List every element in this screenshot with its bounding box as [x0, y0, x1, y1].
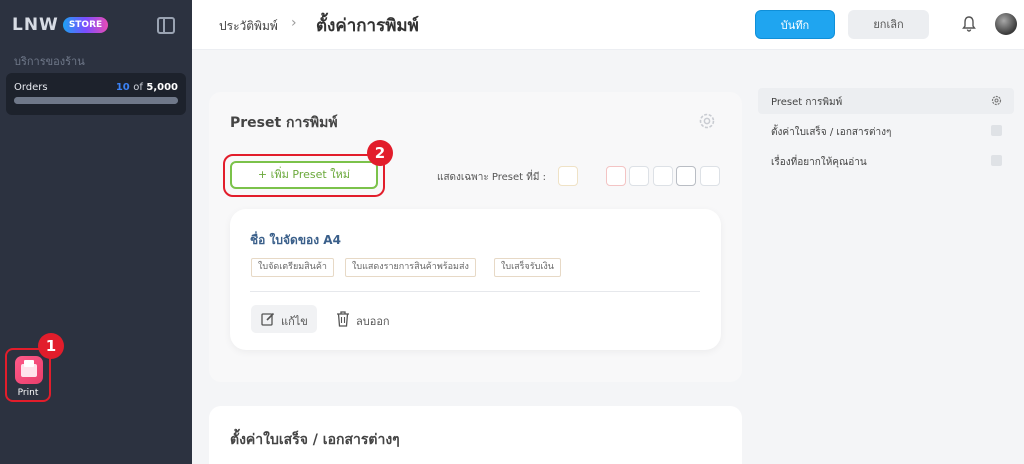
delete-button[interactable]: ลบออก	[336, 305, 406, 333]
orders-progress-bar	[14, 97, 178, 104]
orders-of: of	[133, 82, 143, 93]
nav-item-label: เรื่องที่อยากให้คุณอ่าน	[771, 157, 867, 168]
preset-item-card: ชื่อ ใบจัดของ A4 ใบจัดเตรียมสินค้า ใบแสด…	[230, 209, 721, 350]
sidebar: LNW STORE บริการของร้าน Orders 10 of 5,0…	[0, 0, 192, 464]
filter-chip[interactable]	[653, 166, 673, 186]
nav-item-documents[interactable]: ตั้งค่าใบเสร็จ / เอกสารต่างๆ	[758, 118, 1014, 144]
documents-section-card: ตั้งค่าใบเสร็จ / เอกสารต่างๆ	[209, 406, 742, 464]
filter-label: แสดงเฉพาะ Preset ที่มี :	[437, 172, 547, 183]
gear-icon[interactable]	[697, 111, 717, 131]
cancel-button[interactable]: ยกเลิก	[848, 10, 929, 39]
logo-text: LNW	[12, 15, 59, 35]
add-preset-button[interactable]: + เพิ่ม Preset ใหม่	[230, 161, 378, 189]
doc-icon	[991, 155, 1002, 166]
edit-button[interactable]: แก้ไข	[251, 305, 317, 333]
filter-chip[interactable]	[629, 166, 649, 186]
nav-item-label: Preset การพิมพ์	[771, 97, 843, 108]
sidebar-toggle-icon[interactable]	[157, 17, 175, 34]
orders-used: 10	[115, 82, 130, 93]
preset-tag: ใบเสร็จรับเงิน	[494, 258, 561, 277]
nav-item-preset[interactable]: Preset การพิมพ์	[758, 88, 1014, 114]
preset-tag: ใบจัดเตรียมสินค้า	[251, 258, 334, 277]
delete-label: ลบออก	[356, 315, 390, 328]
preset-section-title: Preset การพิมพ์	[230, 115, 338, 131]
logo-badge: STORE	[62, 17, 109, 33]
print-app-label: Print	[17, 388, 39, 398]
top-header: ประวัติพิมพ์ › ตั้งค่าการพิมพ์ บันทึก ยก…	[192, 0, 1024, 50]
page-title: ตั้งค่าการพิมพ์	[316, 16, 419, 36]
filter-chip[interactable]	[558, 166, 578, 186]
annotation-badge-2: 2	[367, 140, 393, 166]
doc-icon	[991, 125, 1002, 136]
chevron-right-icon: ›	[291, 15, 297, 31]
nav-item-label: ตั้งค่าใบเสร็จ / เอกสารต่างๆ	[771, 127, 892, 138]
edit-label: แก้ไข	[281, 315, 308, 328]
preset-section-card: Preset การพิมพ์ + เพิ่ม Preset ใหม่ 2 แส…	[209, 92, 742, 382]
save-button[interactable]: บันทึก	[755, 10, 835, 39]
preset-tag: ใบแสดงรายการสินค้าพร้อมส่ง	[345, 258, 476, 277]
orders-label: Orders	[14, 82, 48, 93]
orders-quota-card: Orders 10 of 5,000	[6, 73, 186, 115]
sidebar-section-title: บริการของร้าน	[14, 55, 85, 68]
orders-progress-fill	[14, 97, 178, 104]
preset-name: ชื่อ ใบจัดของ A4	[250, 233, 341, 247]
documents-section-title: ตั้งค่าใบเสร็จ / เอกสารต่างๆ	[230, 432, 400, 448]
nav-item-read-more[interactable]: เรื่องที่อยากให้คุณอ่าน	[758, 148, 1014, 174]
print-app-icon	[15, 356, 43, 384]
trash-icon	[337, 311, 349, 327]
bell-icon[interactable]	[962, 16, 976, 32]
gear-icon	[991, 95, 1002, 106]
orders-count: 10 of 5,000	[116, 82, 178, 93]
filter-chip[interactable]	[606, 166, 626, 186]
filter-chip[interactable]	[700, 166, 720, 186]
store-logo[interactable]: LNW STORE	[12, 14, 109, 36]
orders-total: 5,000	[146, 82, 178, 93]
annotation-badge-1: 1	[38, 333, 64, 359]
edit-icon	[261, 312, 275, 326]
avatar[interactable]	[995, 13, 1017, 35]
breadcrumb[interactable]: ประวัติพิมพ์	[219, 17, 278, 36]
filter-chip[interactable]	[676, 166, 696, 186]
divider	[250, 291, 700, 292]
